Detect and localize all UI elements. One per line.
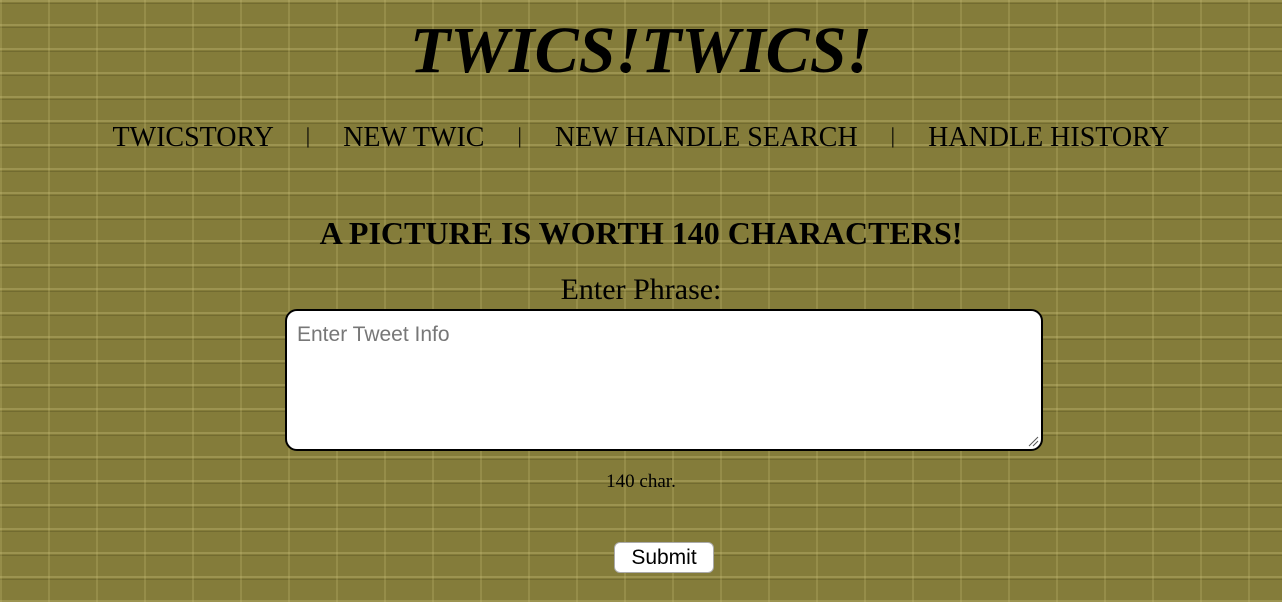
phrase-input[interactable]	[285, 309, 1043, 451]
phrase-label: Enter Phrase:	[560, 273, 722, 306]
page-title: TWICS!TWICS!	[409, 14, 873, 87]
nav-separator: |	[890, 123, 896, 148]
headline: A PICTURE IS WORTH 140 CHARACTERS!	[319, 215, 963, 251]
nav-separator: |	[517, 123, 522, 148]
nav-link-handle-history[interactable]: HANDLE HISTORY	[928, 122, 1169, 153]
char-counter: 140 char.	[606, 471, 676, 492]
nav-link-new-twic[interactable]: NEW TWIC	[343, 122, 484, 153]
phrase-input-container	[285, 309, 1043, 451]
nav-separator: |	[305, 123, 311, 148]
nav-link-twicstory[interactable]: TWICSTORY	[113, 122, 273, 153]
main-nav: TWICSTORY | NEW TWIC | NEW HANDLE SEARCH…	[0, 122, 1282, 154]
nav-link-new-handle-search[interactable]: NEW HANDLE SEARCH	[555, 122, 858, 153]
resize-handle-icon[interactable]	[1027, 435, 1039, 447]
submit-button[interactable]: Submit	[614, 542, 714, 573]
